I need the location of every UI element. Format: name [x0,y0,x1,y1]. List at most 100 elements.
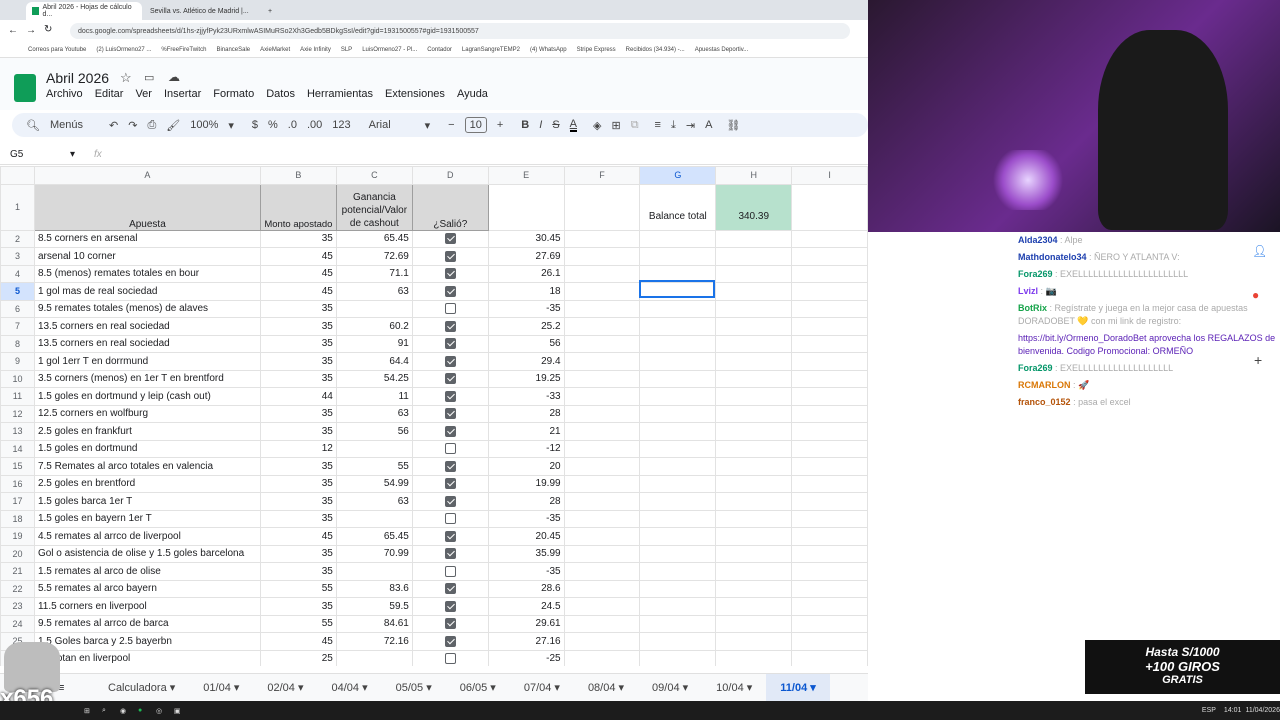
cell-balance[interactable]: 30.45 [487,229,565,248]
bookmark-item[interactable]: Stripe Express [577,47,616,53]
cell[interactable] [791,369,868,388]
cell[interactable] [563,544,641,563]
font-size-increase-icon[interactable]: + [497,119,503,131]
cell-balance[interactable]: 20.45 [487,527,565,546]
sheet-tab[interactable]: 04/04 ▾ [318,674,382,702]
cell[interactable] [715,264,793,283]
menu-editar[interactable]: Editar [95,88,124,100]
cell-ganancia[interactable]: 63 [335,492,413,511]
checkbox[interactable] [444,530,456,542]
cell[interactable] [791,264,868,283]
cell-apuesta[interactable]: 3.5 corners (menos) en 1er T en brentfor… [33,369,261,388]
cell[interactable] [639,562,717,581]
doc-title[interactable]: Abril 2026 [46,70,109,86]
row-header[interactable]: 19 [0,527,35,546]
cloud-icon[interactable]: ☁ [168,70,180,84]
cell-ganancia[interactable] [335,649,413,666]
cell[interactable] [639,247,717,266]
back-icon[interactable]: ← [8,25,18,36]
row-header[interactable]: 1 [0,183,35,231]
cell-ganancia[interactable]: 65.45 [335,527,413,546]
sheet-tab[interactable]: Calculadora ▾ [94,674,189,702]
cell[interactable] [715,509,793,528]
cell-apuesta[interactable]: 1.5 goles en bayern 1er T [33,509,261,528]
cell[interactable] [715,247,793,266]
cell-ganancia[interactable]: 84.61 [335,614,413,633]
column-header[interactable]: E [487,166,565,185]
cell-salio[interactable] [411,369,489,388]
cell[interactable] [715,317,793,336]
cell[interactable] [791,544,868,563]
row-header[interactable]: 7 [0,317,35,336]
row-header[interactable]: 24 [0,614,35,633]
cell[interactable] [715,527,793,546]
cell[interactable] [791,614,868,633]
cell-apuesta[interactable]: 8.5 (menos) remates totales en bour [33,264,261,283]
chrome-icon[interactable]: ◉ [120,707,138,715]
menu-formato[interactable]: Formato [213,88,254,100]
cell-salio[interactable] [411,527,489,546]
cell[interactable] [715,579,793,598]
row-header[interactable]: 6 [0,299,35,318]
bookmark-item[interactable]: AxieMarket [260,47,290,53]
browser-tab-match[interactable]: Sevilla vs. Atlético de Madrid |... [144,2,260,20]
app-icon[interactable]: ▣ [174,707,192,715]
checkbox[interactable] [444,443,456,455]
cell-monto[interactable]: 35 [259,404,337,423]
cell[interactable] [715,457,793,476]
cell-apuesta[interactable]: 11.5 corners en liverpool [33,597,261,616]
cell[interactable] [639,229,717,248]
header-salio[interactable]: ¿Salió? [411,183,489,231]
merge-cells-icon[interactable]: ⧉ [631,119,639,132]
cell-balance[interactable]: 28.6 [487,579,565,598]
cell-apuesta[interactable]: 2.5 goles en frankfurt [33,422,261,441]
checkbox[interactable] [444,653,456,665]
cell-salio[interactable] [411,474,489,493]
cell-salio[interactable] [411,439,489,458]
cell-salio[interactable] [411,544,489,563]
cell[interactable] [715,282,793,301]
cell-ganancia[interactable]: 63 [335,282,413,301]
cell[interactable] [563,509,641,528]
font-size-decrease-icon[interactable]: − [448,119,454,131]
cell-apuesta[interactable]: 1 gol 1err T en dorrmund [33,352,261,371]
cell[interactable] [715,299,793,318]
cell-salio[interactable] [411,317,489,336]
cell[interactable] [639,474,717,493]
cell[interactable] [563,317,641,336]
cell[interactable] [639,334,717,353]
checkbox[interactable] [444,320,456,332]
star-icon[interactable]: ☆ [120,70,132,86]
cell-apuesta[interactable]: s anotan en liverpool [33,649,261,666]
cell[interactable] [791,457,868,476]
cell-salio[interactable] [411,457,489,476]
cell-ganancia[interactable]: 63 [335,404,413,423]
cell[interactable] [791,422,868,441]
cell-apuesta[interactable]: 9.5 remates al arrco de barca [33,614,261,633]
cell-ganancia[interactable]: 83.6 [335,579,413,598]
cell-balance[interactable]: 20 [487,457,565,476]
cell-balance[interactable]: -33 [487,387,565,406]
cell[interactable] [791,632,868,651]
cell-monto[interactable]: 12 [259,439,337,458]
cell-monto[interactable]: 35 [259,422,337,441]
sheet-tab[interactable]: 01/04 ▾ [189,674,253,702]
cell[interactable] [715,404,793,423]
cell-salio[interactable] [411,492,489,511]
cell-salio[interactable] [411,579,489,598]
cell-salio[interactable] [411,334,489,353]
cell-salio[interactable] [411,404,489,423]
forward-icon[interactable]: → [26,25,36,36]
chat-username[interactable]: Lvizl [1018,286,1038,296]
cell[interactable] [487,183,565,231]
cell-salio[interactable] [411,614,489,633]
checkbox[interactable] [444,513,456,525]
cell-balance[interactable]: 29.61 [487,614,565,633]
cell-balance[interactable]: -35 [487,562,565,581]
cell[interactable] [715,649,793,666]
cell[interactable] [639,352,717,371]
language-indicator[interactable]: ESP [1202,707,1216,714]
cell-monto[interactable]: 25 [259,649,337,666]
menu-herramientas[interactable]: Herramientas [307,88,373,100]
cell-monto[interactable]: 35 [259,597,337,616]
